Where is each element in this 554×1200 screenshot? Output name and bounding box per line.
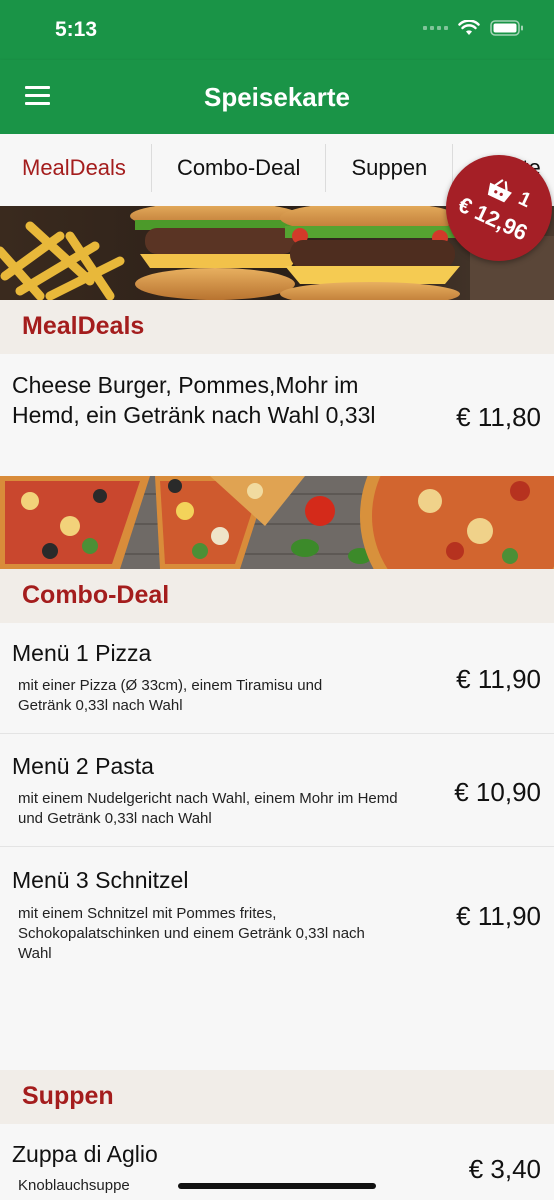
combo-deal-banner-image xyxy=(0,476,554,569)
menu-item[interactable]: Menü 2 Pasta mit einem Nudelgericht nach… xyxy=(0,734,554,847)
home-indicator xyxy=(178,1183,376,1189)
menu-item[interactable]: Menü 1 Pizza mit einer Pizza (Ø 33cm), e… xyxy=(0,623,554,734)
item-name: Menü 1 Pizza xyxy=(12,640,152,666)
item-name: Menü 3 Schnitzel xyxy=(12,867,189,893)
battery-icon xyxy=(490,20,523,36)
item-description: mit einer Pizza (Ø 33cm), einem Tiramisu… xyxy=(18,677,323,714)
menu-item[interactable]: Cheese Burger, Pommes,Mohr im Hemd, ein … xyxy=(0,354,554,476)
tab-suppen[interactable]: Suppen xyxy=(326,144,454,192)
app-bar: Speisekarte xyxy=(0,60,554,134)
status-time: 5:13 xyxy=(55,18,98,41)
section-title: MealDeals xyxy=(22,312,145,340)
tab-combo-deal[interactable]: Combo-Deal xyxy=(152,144,327,192)
section-title: Combo-Deal xyxy=(22,581,170,609)
item-price: € 11,90 xyxy=(456,664,541,694)
item-price: € 11,90 xyxy=(456,901,541,931)
section-header-suppen: Suppen xyxy=(0,1070,554,1124)
item-description: mit einem Schnitzel mit Pommes frites, S… xyxy=(18,905,365,962)
section-header-combo-deal: Combo-Deal xyxy=(0,569,554,623)
section-title: Suppen xyxy=(22,1082,114,1110)
tab-mealdeals[interactable]: MealDeals xyxy=(0,144,152,192)
cart-button[interactable]: 1 € 12,96 xyxy=(446,155,552,261)
menu-item[interactable]: Menü 3 Schnitzel mit einem Schnitzel mit… xyxy=(0,847,554,1069)
status-icons xyxy=(423,20,524,36)
shopping-basket-icon xyxy=(488,178,513,202)
item-name: Menü 2 Pasta xyxy=(12,753,154,779)
item-price: € 11,80 xyxy=(456,402,541,432)
section-header-mealdeals: MealDeals xyxy=(0,300,554,354)
item-description: mit einem Nudelgericht nach Wahl, einem … xyxy=(18,790,398,827)
item-price: € 10,90 xyxy=(454,777,541,807)
status-bar: 5:13 xyxy=(0,0,554,60)
cellular-signal-icon xyxy=(423,26,448,30)
wifi-icon xyxy=(458,20,480,35)
page-title: Speisekarte xyxy=(204,82,350,112)
item-name: Cheese Burger, Pommes,Mohr im Hemd, ein … xyxy=(12,372,376,428)
cart-count: 1 xyxy=(515,187,535,213)
item-name: Zuppa di Aglio xyxy=(12,1141,158,1167)
item-price: € 3,40 xyxy=(468,1154,541,1184)
